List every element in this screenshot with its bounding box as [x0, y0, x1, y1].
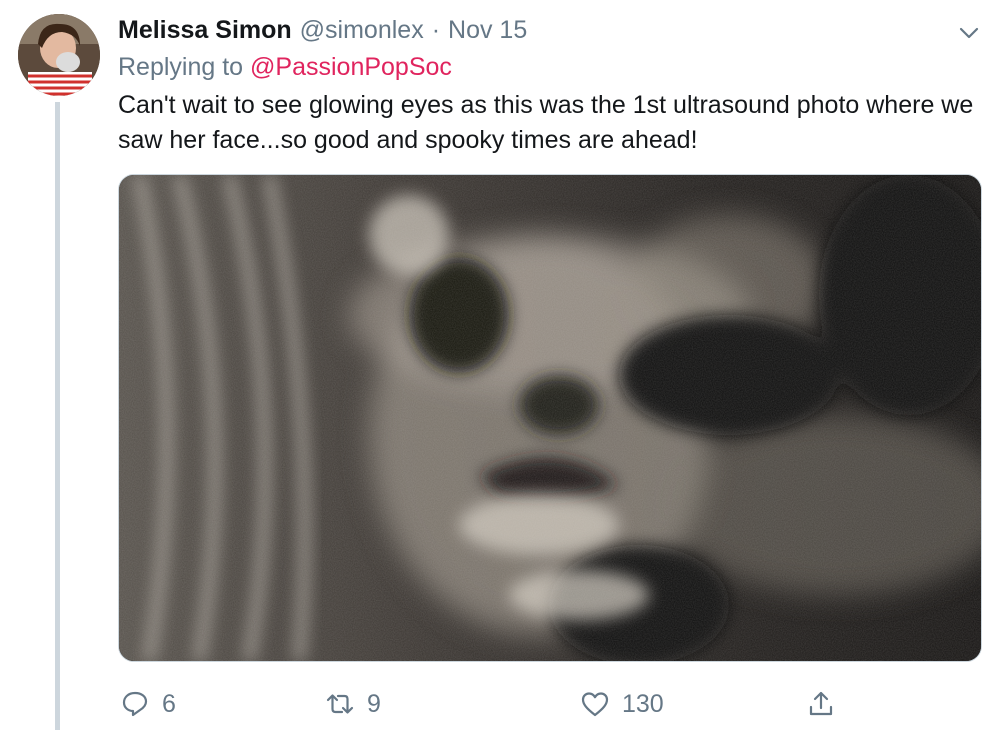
retweet-count: 9: [367, 689, 381, 718]
reply-mention-link[interactable]: @PassionPopSoc: [250, 53, 452, 81]
thread-line: [55, 102, 60, 730]
separator-dot: ·: [431, 15, 441, 44]
heart-icon: [581, 692, 609, 717]
author-display-name[interactable]: Melissa Simon: [118, 16, 292, 45]
ultrasound-image: [119, 175, 981, 661]
reply-button[interactable]: 6: [120, 686, 176, 722]
replying-to: Replying to @PassionPopSoc: [118, 53, 452, 82]
tweet-header: Melissa Simon @simonlex · Nov 15: [118, 14, 527, 46]
retweet-icon: [326, 694, 354, 714]
share-button[interactable]: [806, 686, 836, 722]
reply-count: 6: [162, 689, 176, 718]
reply-icon: [122, 691, 148, 717]
tweet-text: Can't wait to see glowing eyes as this w…: [118, 91, 974, 154]
tweet-actions: 6 9 130: [118, 686, 980, 722]
author-handle[interactable]: @simonlex: [300, 16, 424, 45]
tweet[interactable]: Melissa Simon @simonlex · Nov 15 Replyin…: [0, 0, 1000, 730]
like-button[interactable]: 130: [580, 686, 664, 722]
like-count: 130: [622, 689, 664, 718]
tweet-date[interactable]: Nov 15: [448, 16, 527, 45]
retweet-button[interactable]: 9: [325, 686, 381, 722]
avatar[interactable]: [18, 14, 100, 96]
chevron-down-icon[interactable]: [956, 20, 982, 46]
tweet-media-photo[interactable]: [118, 174, 982, 662]
share-icon: [809, 691, 833, 716]
replying-to-label: Replying to: [118, 53, 244, 81]
